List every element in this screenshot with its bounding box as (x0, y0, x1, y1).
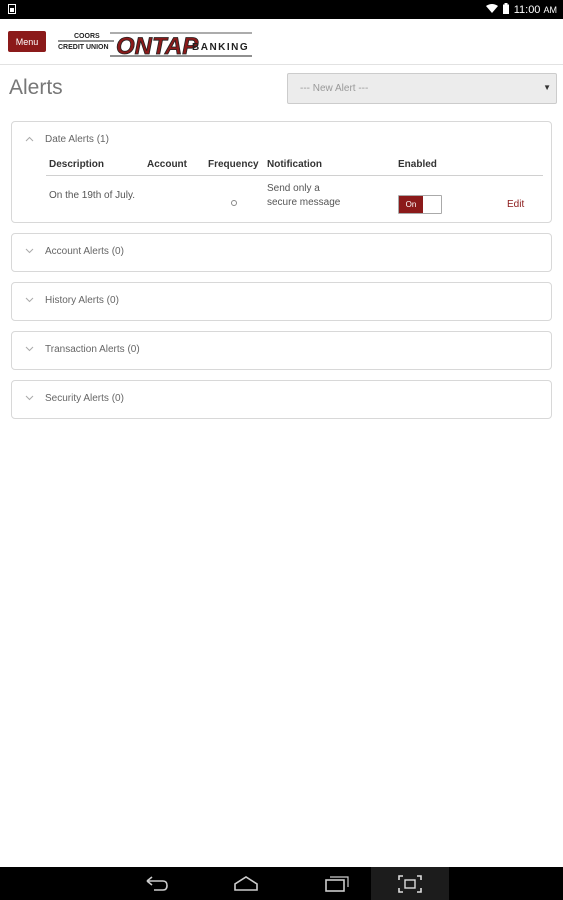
new-alert-select-value: --- New Alert --- (300, 83, 369, 94)
alerts-table: Description Account Frequency Notificati… (46, 156, 543, 226)
column-header-notification: Notification (267, 159, 322, 170)
frequency-radio[interactable] (231, 200, 237, 206)
svg-text:ONTAP: ONTAP (116, 33, 199, 60)
table-row: On the 19th of July. Send only a secure … (46, 176, 543, 226)
toggle-on-label: On (399, 196, 423, 213)
column-header-frequency: Frequency (208, 159, 259, 170)
panel-history-alerts[interactable]: History Alerts (0) (11, 282, 552, 321)
status-time: 11:00 AM (513, 4, 557, 16)
panel-title: Account Alerts (0) (45, 246, 124, 257)
svg-text:CREDIT UNION: CREDIT UNION (58, 44, 109, 51)
svg-text:COORS: COORS (74, 33, 100, 40)
cell-description: On the 19th of July. (49, 190, 135, 201)
chevron-up-icon (25, 134, 34, 144)
panel-title: History Alerts (0) (45, 295, 119, 306)
back-icon[interactable] (144, 874, 170, 894)
home-icon[interactable] (233, 874, 259, 894)
table-header-row: Description Account Frequency Notificati… (46, 156, 543, 176)
ontap-banking-logo: COORS CREDIT UNION ONTAP BANKING (58, 32, 252, 60)
panel-account-alerts[interactable]: Account Alerts (0) (11, 233, 552, 272)
android-nav-bar (0, 867, 563, 900)
battery-icon (502, 3, 509, 17)
cell-notification-line2: secure message (267, 197, 341, 208)
panel-title: Date Alerts (1) (45, 134, 109, 145)
panel-transaction-alerts[interactable]: Transaction Alerts (0) (11, 331, 552, 370)
chevron-down-icon (25, 246, 34, 256)
wifi-icon (485, 3, 498, 17)
panel-date-alerts: Date Alerts (1) Description Account Freq… (11, 121, 552, 223)
select-arrow-icon: ▼ (543, 83, 551, 92)
panel-title: Security Alerts (0) (45, 393, 124, 404)
column-header-enabled: Enabled (398, 159, 437, 170)
panel-title: Transaction Alerts (0) (45, 344, 140, 355)
column-header-account: Account (147, 159, 187, 170)
recents-icon[interactable] (324, 874, 350, 894)
cell-notification-line1: Send only a (267, 183, 320, 194)
new-alert-select[interactable]: --- New Alert --- ▼ (287, 73, 557, 104)
page-title: Alerts (9, 76, 63, 99)
enabled-toggle[interactable]: On (398, 195, 442, 214)
edit-link[interactable]: Edit (507, 199, 524, 210)
screenshot-icon[interactable] (397, 874, 423, 894)
menu-button[interactable]: Menu (8, 31, 46, 52)
sim-card-icon (8, 4, 16, 17)
app-header: Menu COORS CREDIT UNION ONTAP BANKING (0, 19, 563, 65)
chevron-down-icon (25, 344, 34, 354)
column-header-description: Description (49, 159, 105, 170)
svg-text:BANKING: BANKING (192, 42, 249, 53)
status-bar: 11:00 AM (0, 0, 563, 19)
chevron-down-icon (25, 295, 34, 305)
chevron-down-icon (25, 393, 34, 403)
panel-security-alerts[interactable]: Security Alerts (0) (11, 380, 552, 419)
panel-header-date-alerts[interactable]: Date Alerts (1) (12, 122, 551, 160)
